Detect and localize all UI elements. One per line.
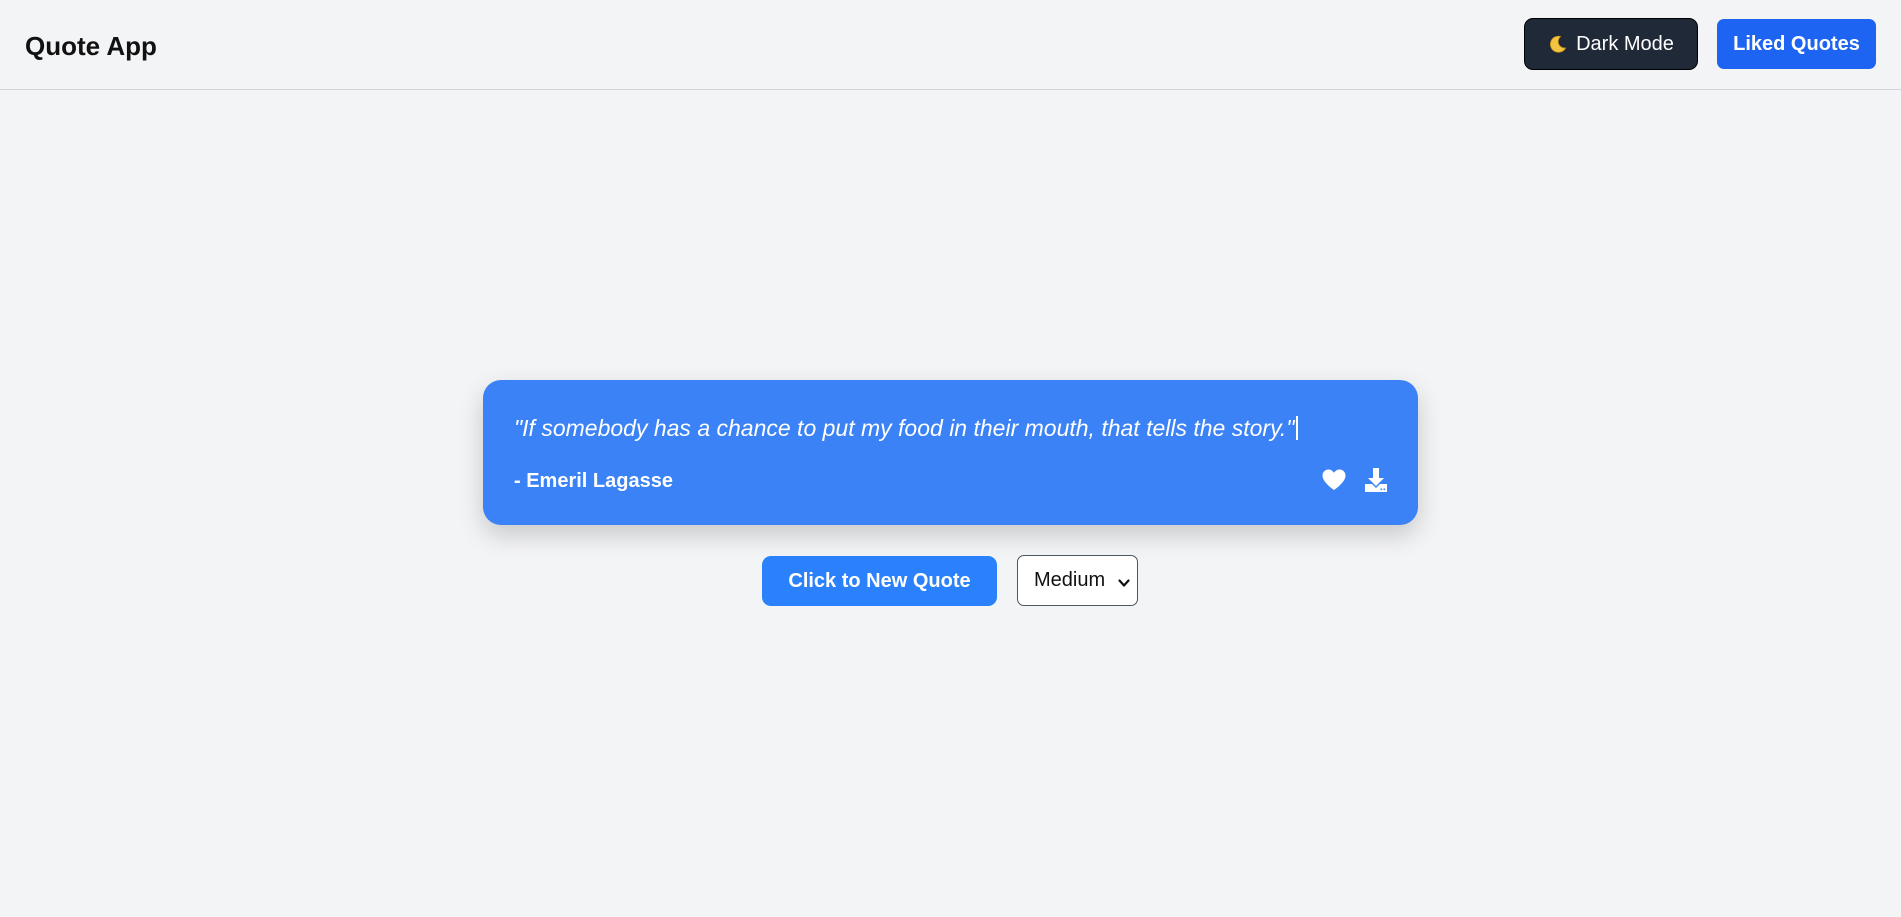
liked-quotes-button[interactable]: Liked Quotes: [1717, 19, 1876, 69]
text-caret: [1296, 416, 1299, 440]
liked-quotes-label: Liked Quotes: [1733, 32, 1860, 55]
dark-mode-button[interactable]: Dark Mode: [1524, 18, 1698, 70]
size-select-value: Medium: [1034, 569, 1106, 591]
heart-icon[interactable]: [1320, 466, 1348, 494]
dark-mode-label: Dark Mode: [1576, 32, 1674, 55]
navbar: Quote App Dark Mode Liked Quotes: [0, 0, 1901, 90]
moon-icon: [1548, 34, 1568, 54]
size-select[interactable]: Medium: [1017, 555, 1138, 606]
quote-author: - Emeril Lagasse: [514, 470, 673, 492]
new-quote-button[interactable]: Click to New Quote: [762, 556, 997, 606]
download-icon[interactable]: [1362, 466, 1390, 494]
app-title: Quote App: [25, 31, 157, 61]
quote-card: "If somebody has a chance to put my food…: [483, 380, 1418, 525]
chevron-down-icon: [1117, 573, 1131, 587]
quote-actions: [1320, 466, 1390, 494]
quote-text: "If somebody has a chance to put my food…: [514, 415, 1295, 441]
quote-text-line: "If somebody has a chance to put my food…: [514, 413, 1299, 443]
new-quote-label: Click to New Quote: [788, 569, 971, 592]
